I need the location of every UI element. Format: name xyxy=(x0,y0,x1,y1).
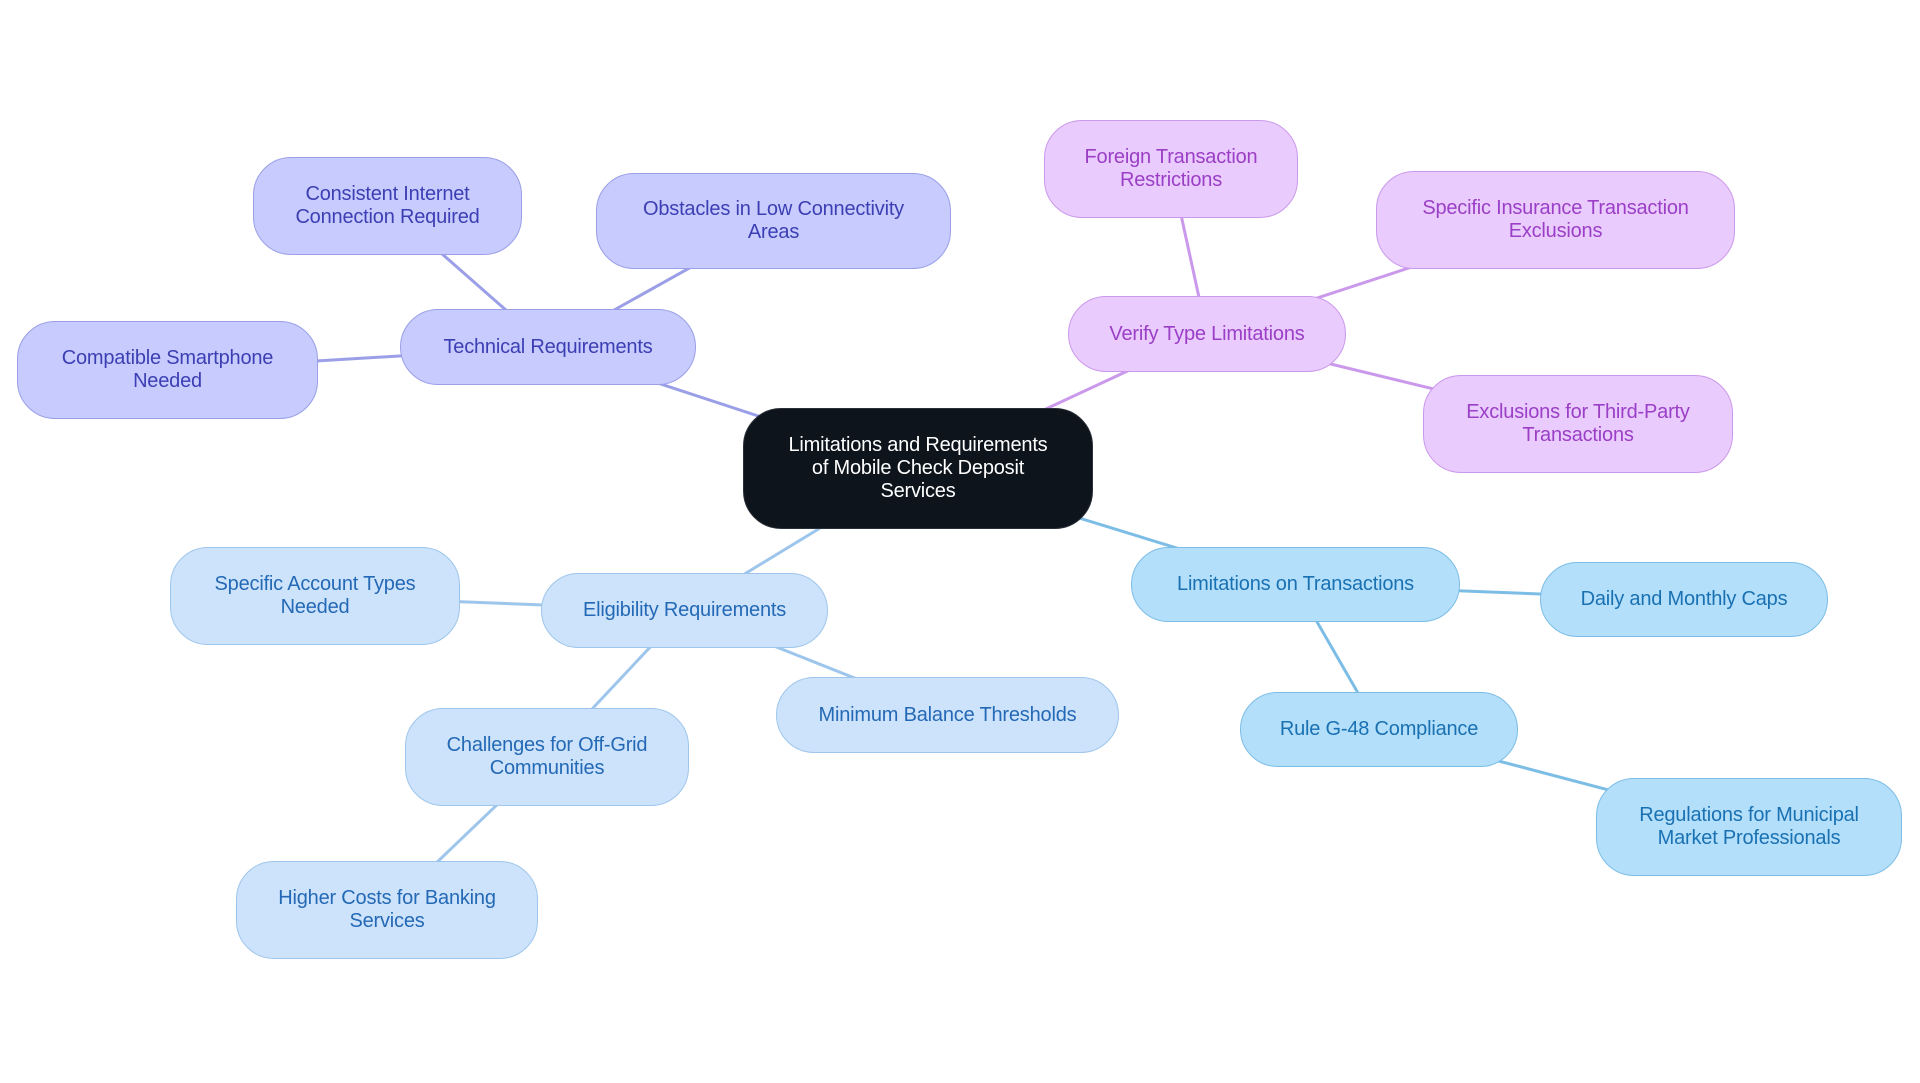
rule-g48-node[interactable]: Rule G-48 Compliance xyxy=(1240,692,1518,767)
daily-monthly-caps-node[interactable]: Daily and Monthly Caps xyxy=(1540,562,1828,637)
foreign-transaction-label: Foreign Transaction Restrictions xyxy=(1084,146,1258,191)
foreign-transaction-node[interactable]: Foreign Transaction Restrictions xyxy=(1044,120,1298,218)
verify-type-limitations-label: Verify Type Limitations xyxy=(1109,322,1305,345)
third-party-exclusions-node[interactable]: Exclusions for Third-Party Transactions xyxy=(1423,375,1733,473)
off-grid-challenges-node[interactable]: Challenges for Off-Grid Communities xyxy=(405,708,689,806)
minimum-balance-node[interactable]: Minimum Balance Thresholds xyxy=(776,677,1119,753)
low-connectivity-label: Obstacles in Low Connectivity Areas xyxy=(643,198,904,243)
eligibility-requirements-label: Eligibility Requirements xyxy=(582,599,787,621)
rule-g48-label: Rule G-48 Compliance xyxy=(1279,718,1479,740)
insurance-exclusions-label: Specific Insurance Transaction Exclusion… xyxy=(1422,197,1689,242)
root-node-label: Limitations and Requirements of Mobile C… xyxy=(788,434,1048,502)
technical-requirements-label: Technical Requirements xyxy=(443,335,653,358)
off-grid-challenges-label: Challenges for Off-Grid Communities xyxy=(446,734,648,779)
municipal-regulations-node[interactable]: Regulations for Municipal Market Profess… xyxy=(1596,778,1902,876)
consistent-internet-label: Consistent Internet Connection Required xyxy=(295,183,480,228)
verify-type-limitations-node[interactable]: Verify Type Limitations xyxy=(1068,296,1346,372)
limitations-on-transactions-node[interactable]: Limitations on Transactions xyxy=(1131,547,1460,622)
third-party-exclusions-label: Exclusions for Third-Party Transactions xyxy=(1466,401,1690,446)
limitations-on-transactions-label: Limitations on Transactions xyxy=(1177,573,1414,595)
technical-requirements-node[interactable]: Technical Requirements xyxy=(400,309,696,385)
account-types-node[interactable]: Specific Account Types Needed xyxy=(170,547,460,645)
low-connectivity-node[interactable]: Obstacles in Low Connectivity Areas xyxy=(596,173,951,269)
municipal-regulations-label: Regulations for Municipal Market Profess… xyxy=(1639,804,1859,849)
account-types-label: Specific Account Types Needed xyxy=(214,573,416,618)
insurance-exclusions-node[interactable]: Specific Insurance Transaction Exclusion… xyxy=(1376,171,1735,269)
higher-costs-label: Higher Costs for Banking Services xyxy=(278,887,496,932)
consistent-internet-node[interactable]: Consistent Internet Connection Required xyxy=(253,157,522,255)
compatible-smartphone-label: Compatible Smartphone Needed xyxy=(61,347,274,392)
minimum-balance-label: Minimum Balance Thresholds xyxy=(818,703,1077,726)
daily-monthly-caps-label: Daily and Monthly Caps xyxy=(1580,588,1788,610)
eligibility-requirements-node[interactable]: Eligibility Requirements xyxy=(541,573,828,648)
compatible-smartphone-node[interactable]: Compatible Smartphone Needed xyxy=(17,321,318,419)
higher-costs-node[interactable]: Higher Costs for Banking Services xyxy=(236,861,538,959)
root-node[interactable]: Limitations and Requirements of Mobile C… xyxy=(743,408,1093,529)
